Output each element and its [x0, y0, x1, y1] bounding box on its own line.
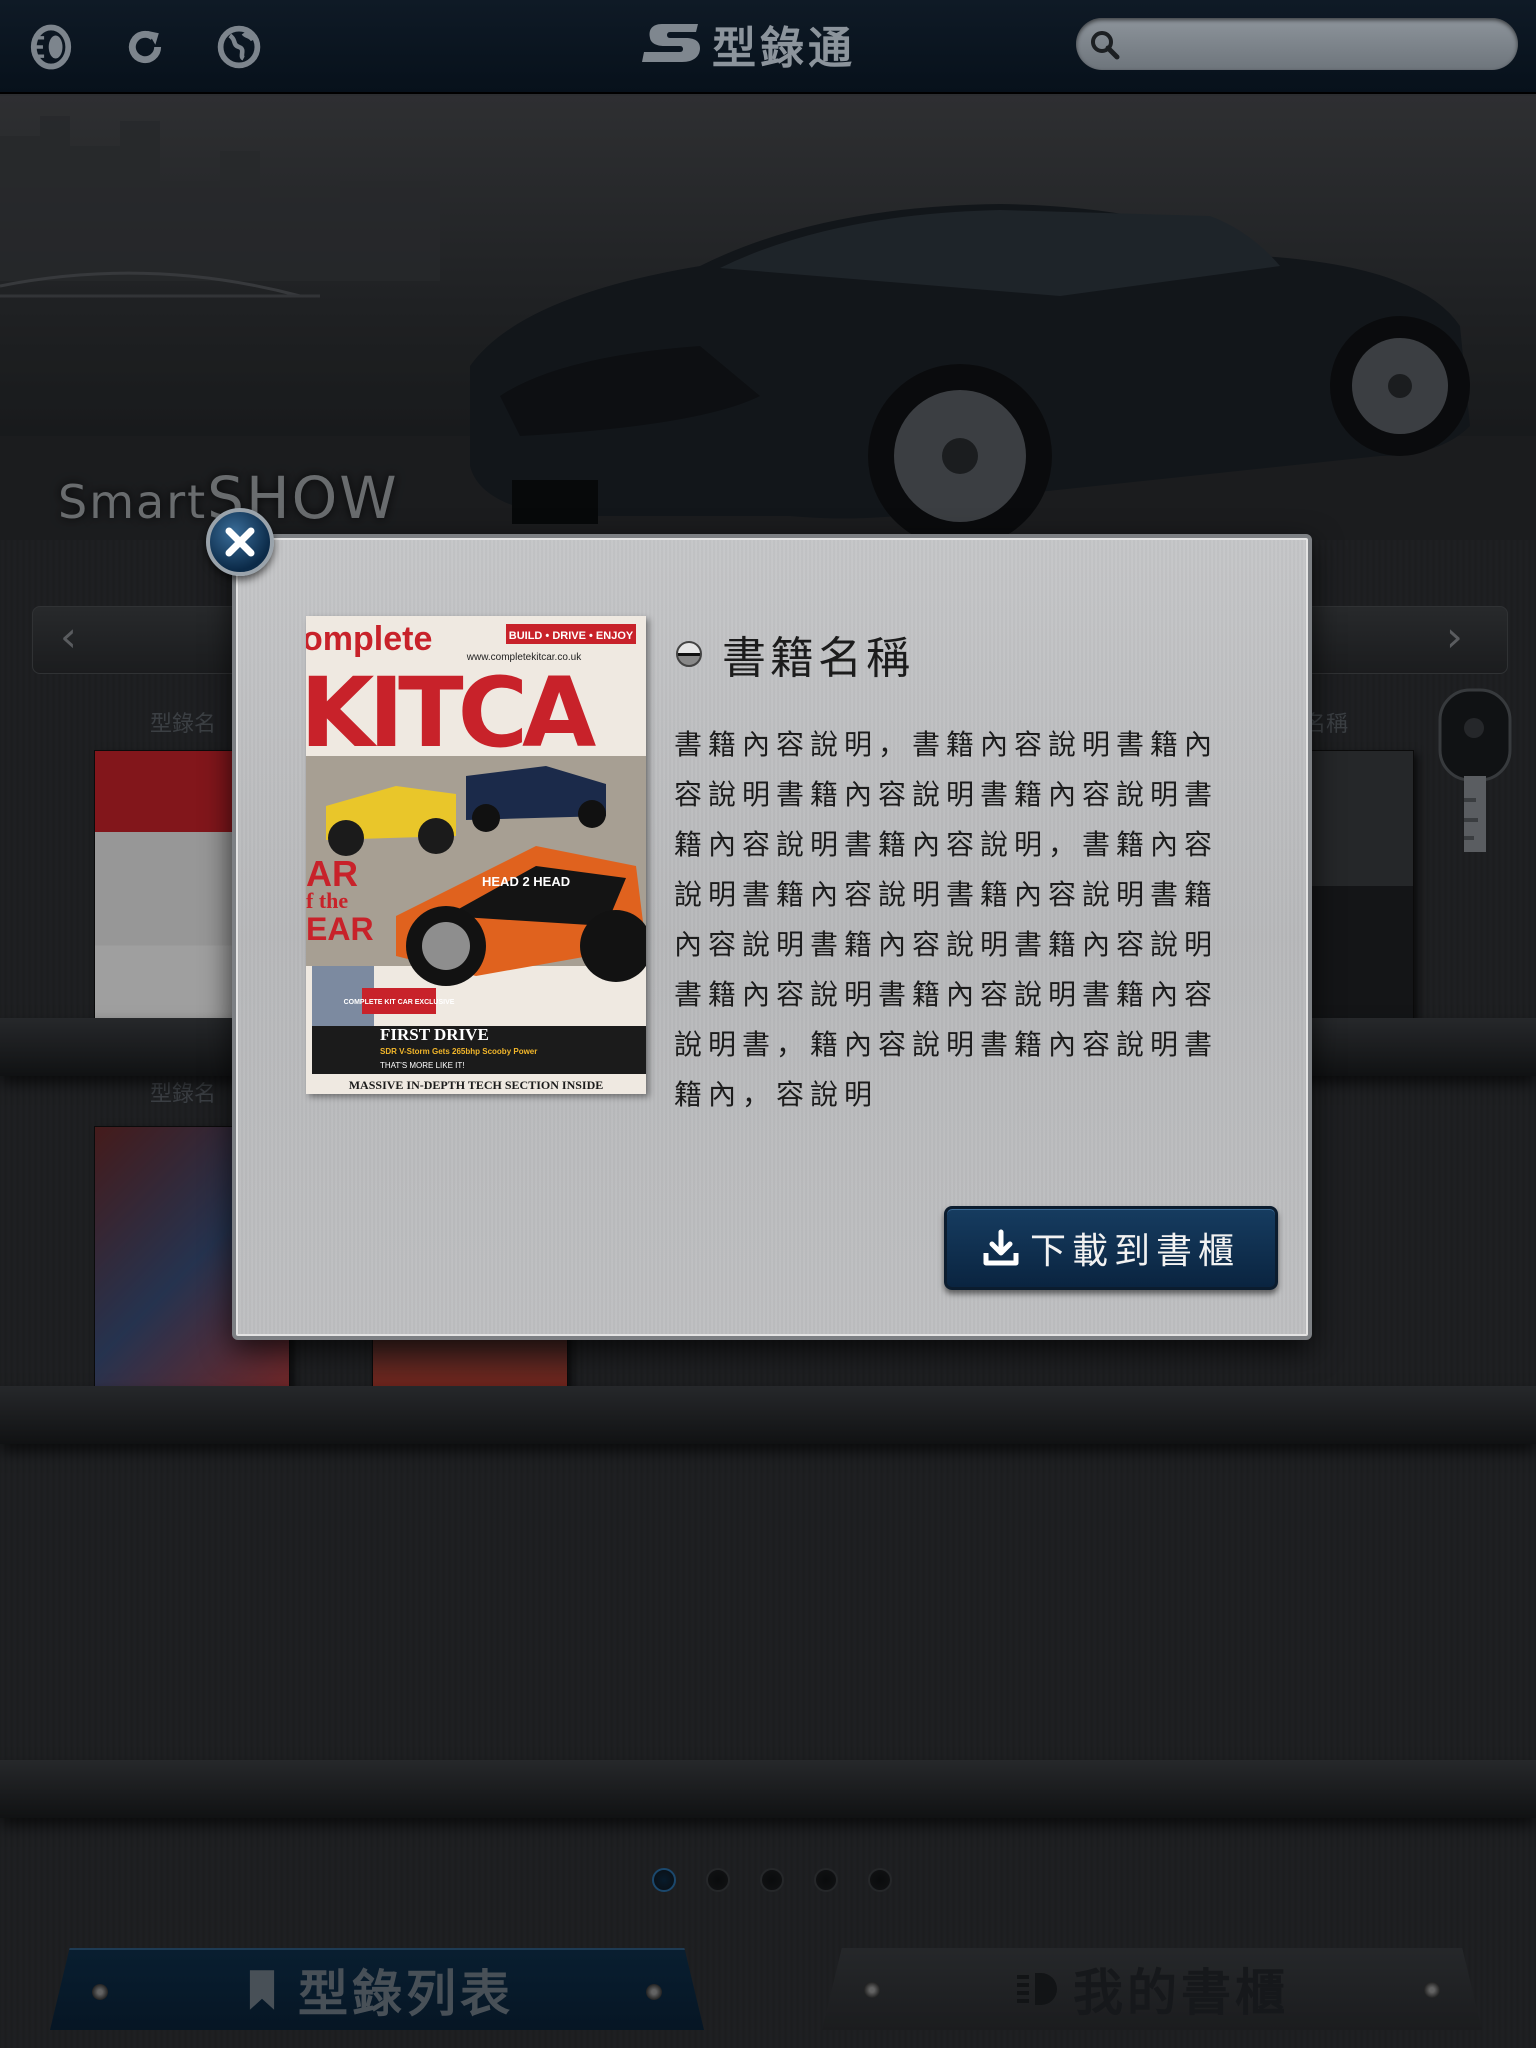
cover-badge: COMPLETE KIT CAR EXCLUSIVE [344, 999, 455, 1006]
book-description: 書籍內容說明，書籍內容說明書籍內容說明書籍內容說明書籍內容說明書籍內容說明書籍內… [674, 728, 1219, 1111]
globe-icon[interactable] [212, 20, 266, 74]
close-button[interactable] [206, 508, 274, 576]
book-cover-image: BUILD • DRIVE • ENJOY omplete www.comple… [306, 616, 646, 1094]
refresh-icon[interactable] [118, 20, 172, 74]
logo-s-icon [642, 24, 700, 62]
tire-icon[interactable] [24, 20, 78, 74]
cover-brand-top: omplete [306, 620, 432, 658]
search-input[interactable] [1132, 24, 1502, 64]
download-to-shelf-button[interactable]: 下載到書櫃 [944, 1206, 1278, 1290]
cover-brand-main: KITCA [306, 657, 596, 769]
cover-left-text3: EAR [306, 911, 374, 947]
cover-more: THAT'S MORE LIKE IT! [380, 1061, 465, 1070]
cover-tagline: BUILD • DRIVE • ENJOY [509, 630, 634, 642]
top-bar: 型錄通 [0, 0, 1536, 94]
cover-bottom: MASSIVE IN-DEPTH TECH SECTION INSIDE [349, 1078, 604, 1092]
search-bar[interactable] [1076, 18, 1518, 70]
cover-left-text2: f the [306, 888, 348, 913]
book-title: 書籍名稱 [722, 633, 914, 684]
cover-first-drive: FIRST DRIVE [380, 1025, 489, 1044]
close-icon [225, 527, 255, 557]
download-button-label: 下載到書櫃 [1029, 1231, 1240, 1272]
kit-car-magazine-cover: BUILD • DRIVE • ENJOY omplete www.comple… [306, 616, 646, 1094]
app-logo: 型錄通 [640, 14, 856, 74]
download-icon [983, 1229, 1019, 1266]
book-title-row: 書籍名稱 [676, 622, 914, 686]
bullet-icon [676, 641, 702, 667]
cover-head2head: HEAD 2 HEAD [482, 874, 570, 889]
search-icon [1091, 31, 1120, 60]
cover-first-drive-sub: SDR V-Storm Gets 265bhp Scooby Power [380, 1047, 537, 1056]
logo-text: 型錄通 [712, 23, 856, 74]
